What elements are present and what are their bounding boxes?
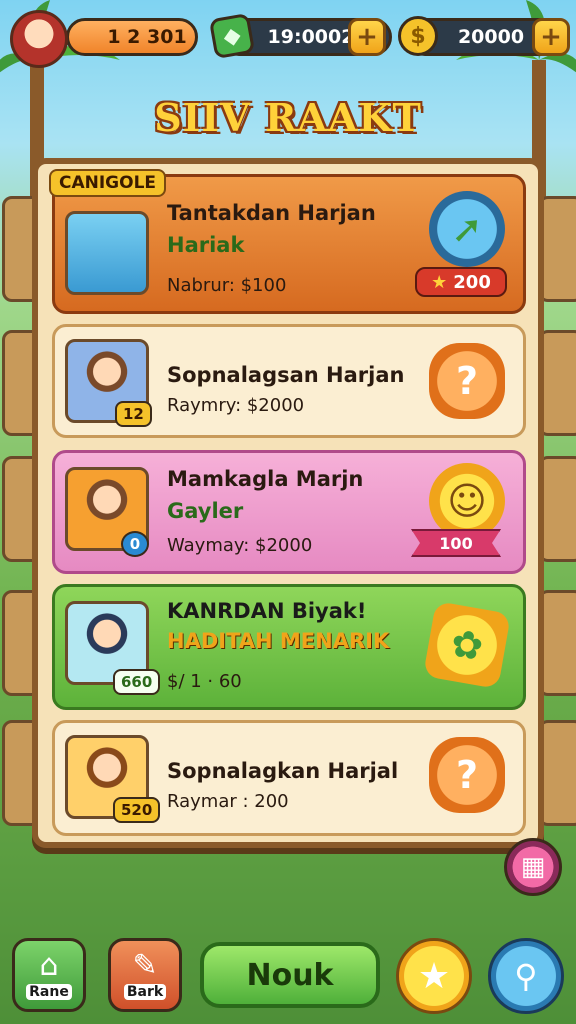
quest-portrait	[65, 211, 149, 295]
quest-tag: CANIGOLE	[49, 169, 167, 197]
map-pin-icon: ⚲	[514, 957, 538, 995]
plus-icon: +	[540, 22, 562, 52]
xp-value: 1 2 301	[107, 26, 187, 48]
player-avatar[interactable]	[10, 10, 68, 68]
add-coins-button[interactable]: +	[532, 18, 570, 56]
xp-bar: 1 2 301	[66, 18, 198, 56]
quest-reward: Waymay: $2000	[167, 535, 313, 556]
portrait-badge: 0	[121, 531, 149, 557]
gem-icon: ◆	[208, 12, 256, 60]
home-button[interactable]: ⌂ Rane	[12, 938, 86, 1012]
top-hud: 1 2 301 19:0002 ◆ + 20000 $ +	[8, 8, 570, 68]
quest-reward: Nabrur: $100	[167, 275, 287, 296]
quest-title: Tantakdan Harjan	[167, 201, 376, 225]
coin-value: 20000	[457, 26, 525, 48]
portrait-badge: 520	[113, 797, 161, 823]
gem-value: 19:0002	[267, 26, 355, 48]
quest-title: Sopnalagkan Harjal	[167, 759, 399, 783]
quest-subtitle: HADITAH MENARIK	[167, 629, 390, 653]
portrait-badge: 660	[113, 669, 161, 695]
quest-subtitle: Gayler	[167, 499, 244, 523]
quest-card-5[interactable]: 520 Sopnalagkan Harjal Raymar : 200 ?	[52, 720, 526, 836]
grid-icon: ▦	[520, 852, 546, 882]
reward-value: 200	[453, 271, 491, 293]
back-label: Bark	[123, 984, 167, 1000]
quest-subtitle: Hariak	[167, 233, 245, 257]
bottom-nav: ⌂ Rane ✎ Bark Nouk ★ ⚲	[0, 930, 576, 1024]
quest-title: Sopnalagsan Harjan	[167, 363, 405, 387]
plus-icon: +	[356, 22, 378, 52]
quest-title: KANRDAN Biyak!	[167, 599, 367, 623]
main-action-button[interactable]: Nouk	[200, 942, 380, 1008]
favorites-button[interactable]: ★	[396, 938, 472, 1014]
star-icon: ★	[431, 271, 448, 293]
screen-title: SIIV RAAKT	[154, 95, 422, 140]
frog-star-icon: ✿	[422, 600, 512, 690]
reward-ribbon: 100	[411, 529, 501, 557]
quest-title: Mamkagla Marjn	[167, 467, 364, 491]
back-button[interactable]: ✎ Bark	[108, 938, 182, 1012]
main-action-label: Nouk	[246, 957, 334, 993]
quest-card-3[interactable]: 0 Mamkagla Marjn Gayler Waymay: $2000 ☺ …	[52, 450, 526, 574]
back-icon: ✎	[132, 948, 158, 983]
globe-arrow-icon: ➚	[429, 191, 505, 267]
portrait-badge: 12	[115, 401, 152, 427]
quest-card-2[interactable]: 12 Sopnalagsan Harjan Raymry: $2000 ?	[52, 324, 526, 438]
quest-reward: Raymry: $2000	[167, 395, 305, 416]
sun-badge-icon: ☺	[429, 463, 505, 539]
question-badge-icon: ?	[429, 737, 505, 813]
star-icon: ★	[417, 955, 451, 997]
home-label: Rane	[26, 984, 72, 1000]
quest-panel: CANIGOLE Tantakdan Harjan Hariak Nabrur:…	[32, 158, 544, 848]
quest-card-4[interactable]: 660 KANRDAN Biyak! HADITAH MENARIK $/ 1 …	[52, 584, 526, 710]
question-badge-icon: ?	[429, 343, 505, 419]
coin-icon: $	[398, 16, 438, 56]
reward-value-pill: ★ 200	[415, 267, 507, 297]
add-gems-button[interactable]: +	[348, 18, 386, 56]
menu-grid-button[interactable]: ▦	[504, 838, 562, 896]
quest-reward: $/ 1 · 60	[167, 671, 242, 692]
quest-card-1[interactable]: CANIGOLE Tantakdan Harjan Hariak Nabrur:…	[49, 169, 526, 314]
reward-value: 100	[439, 533, 473, 553]
map-button[interactable]: ⚲	[488, 938, 564, 1014]
home-icon: ⌂	[39, 948, 59, 983]
quest-reward: Raymar : 200	[167, 791, 289, 812]
